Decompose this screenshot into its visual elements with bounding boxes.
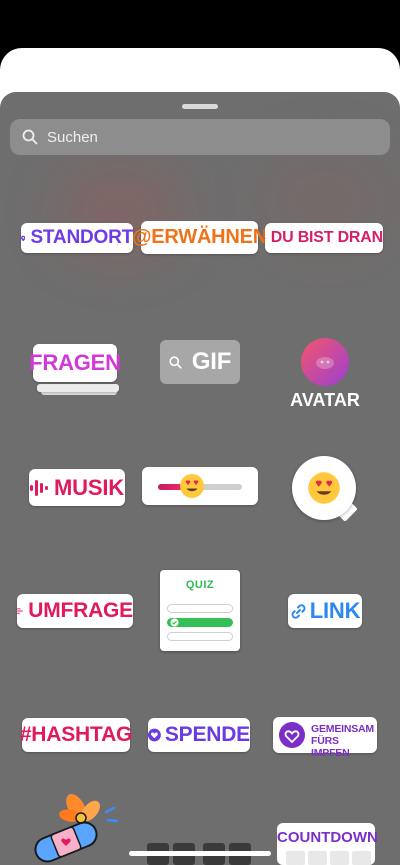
heart-icon [148, 728, 161, 742]
link-sticker[interactable]: LINK [288, 594, 362, 628]
your-turn-sticker[interactable]: DU BIST DRAN [265, 223, 383, 253]
quiz-sticker-label: QUIZ [185, 579, 215, 591]
questions-sticker-card: FRAGEN [29, 344, 121, 382]
search-icon [22, 129, 38, 145]
your-turn-sticker-label: DU BIST DRAN [270, 229, 383, 246]
vaccine-sticker-line2: FÜRS IMPFEN [311, 735, 350, 759]
search-icon [169, 355, 182, 369]
home-indicator[interactable] [129, 851, 271, 856]
gif-sticker-label: GIF [191, 348, 232, 375]
flower-icon [59, 794, 119, 824]
quiz-option [167, 632, 233, 641]
avatar-sticker-label: AVATAR [290, 390, 360, 410]
donate-sticker-label: SPENDE [164, 723, 250, 746]
camera-icon [265, 237, 266, 239]
countdown-sticker[interactable]: COUNTDOWN [277, 823, 378, 865]
band-aid-sticker[interactable] [24, 792, 124, 865]
poll-sticker-label: UMFRAGE [28, 599, 133, 622]
emoji-slider-sticker[interactable] [142, 467, 258, 505]
quiz-option [167, 604, 233, 613]
countdown-digit [308, 851, 327, 865]
avatar-face-icon [316, 357, 334, 369]
hashtag-sticker[interactable]: #HASHTAG [19, 718, 133, 752]
heart-eyes-emoji-icon [308, 472, 340, 504]
location-pin-icon [21, 235, 26, 241]
heart-shield-icon [279, 722, 305, 748]
vaccine-sticker-line1: GEMEINSAM [311, 723, 374, 735]
music-sticker-label: MUSIK [54, 474, 124, 500]
gif-sticker[interactable]: GIF [160, 340, 240, 384]
quiz-option-correct [167, 618, 233, 627]
drag-handle[interactable] [182, 104, 218, 109]
countdown-sticker-label: COUNTDOWN [277, 829, 378, 846]
check-icon [170, 618, 179, 627]
quiz-sticker[interactable]: QUIZ [160, 570, 240, 651]
countdown-digit [330, 851, 349, 865]
questions-sticker[interactable]: FRAGEN [29, 344, 121, 395]
poll-sticker[interactable]: UMFRAGE [17, 594, 133, 628]
band-aid-icon [34, 821, 98, 863]
countdown-digit [286, 851, 305, 865]
music-bars-icon [30, 479, 49, 496]
poll-lines-icon [17, 608, 23, 614]
music-sticker[interactable]: MUSIK [29, 469, 125, 506]
countdown-digit [352, 851, 371, 865]
vaccine-sticker[interactable]: GEMEINSAM FÜRS IMPFEN [273, 717, 377, 759]
emoji-reaction-sticker[interactable] [292, 456, 356, 520]
location-sticker-label: STANDORT [30, 227, 133, 248]
hashtag-sticker-label: #HASHTAG [19, 723, 133, 746]
search-bar[interactable]: Suchen [10, 119, 390, 155]
location-sticker[interactable]: STANDORT [21, 223, 133, 253]
vaccine-sticker-label: GEMEINSAM FÜRS IMPFEN [311, 723, 377, 759]
search-input[interactable]: Suchen [47, 129, 98, 146]
link-sticker-label: LINK [309, 598, 361, 623]
donate-sticker[interactable]: SPENDE [148, 718, 250, 752]
link-icon [291, 603, 306, 619]
mention-sticker[interactable]: @ERWÄHNEN [132, 221, 267, 254]
avatar-sticker[interactable] [301, 338, 349, 386]
heart-eyes-emoji-icon [179, 474, 204, 498]
sticker-tray: Suchen STANDORT @ERWÄHNEN DU BIST DRAN F… [0, 92, 400, 865]
mention-sticker-label: @ERWÄHNEN [131, 226, 268, 248]
questions-stack-shadow [37, 384, 119, 392]
questions-sticker-label: FRAGEN [29, 350, 121, 375]
